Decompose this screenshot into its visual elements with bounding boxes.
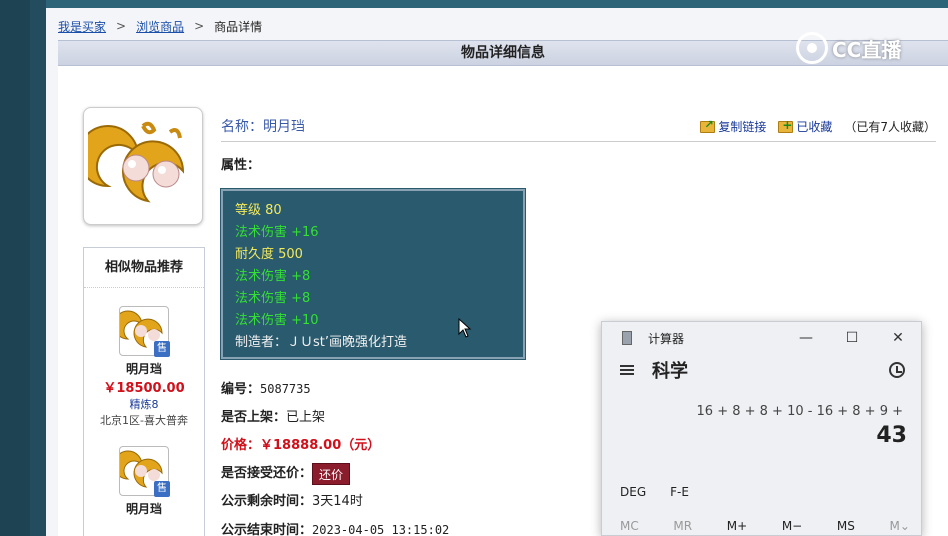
- similar-items-title: 相似物品推荐: [84, 248, 204, 288]
- breadcrumb-separator: >: [116, 19, 127, 33]
- close-icon[interactable]: ✕: [875, 322, 921, 354]
- attributes-label: 属性：: [221, 158, 261, 173]
- earring-image: [88, 121, 185, 203]
- copy-link-icon: [700, 118, 716, 133]
- item-info: 编号：5087735 是否上架：已上架 价格：￥18888.00（元） 是否接受…: [221, 375, 449, 536]
- info-bargain-row: 是否接受还价： 还价: [221, 460, 449, 488]
- fe-button[interactable]: F-E: [670, 485, 689, 499]
- favorite-icon: [778, 118, 794, 133]
- similar-item-tag: 精炼8: [129, 398, 159, 411]
- similar-item-price: ￥18500.00: [103, 381, 185, 396]
- left-edge-strip: [0, 0, 46, 536]
- favorite-button[interactable]: 已收藏: [778, 118, 832, 135]
- cc-live-watermark: CC直播: [796, 32, 901, 64]
- attributes-box: 等级 80 法术伤害 +16 耐久度 500 法术伤害 +8 法术伤害 +8 法…: [220, 188, 526, 360]
- memory-buttons: MC MR M+ M− MS M⌄: [620, 519, 910, 533]
- calculator-app-icon: [622, 331, 632, 345]
- listed-label: 是否上架：: [221, 410, 287, 425]
- attribute-line: 耐久度 500: [235, 247, 303, 262]
- item-name-row: 名称：明月珰 复制链接 已收藏 （已有7人收藏）: [221, 112, 936, 142]
- remaining-value: 3天14时: [312, 494, 363, 509]
- item-actions: 复制链接 已收藏 （已有7人收藏）: [700, 118, 936, 135]
- minimize-icon[interactable]: —: [783, 322, 829, 354]
- bargain-button[interactable]: 还价: [312, 462, 351, 485]
- calculator-window[interactable]: 计算器 — ☐ ✕ 科学 16 + 8 + 8 + 10 - 16 + 8 + …: [601, 321, 922, 536]
- end-value: 2023-04-05 13:15:02: [312, 523, 450, 536]
- breadcrumb-current: 商品详情: [214, 19, 263, 34]
- id-value: 5087735: [260, 382, 311, 396]
- similar-item[interactable]: 售 明月珰: [84, 446, 204, 517]
- top-bar: [0, 0, 948, 8]
- calculator-titlebar[interactable]: 计算器 — ☐ ✕: [602, 322, 921, 354]
- id-label: 编号：: [221, 382, 261, 397]
- favorite-label: 已收藏: [796, 120, 833, 134]
- price-label: 价格：: [221, 438, 261, 453]
- mr-button[interactable]: MR: [673, 519, 692, 533]
- similar-item-name[interactable]: 明月珰: [84, 500, 204, 517]
- ms-button[interactable]: MS: [837, 519, 855, 533]
- history-icon[interactable]: [889, 362, 905, 378]
- info-end-row: 公示结束时间：2023-04-05 13:15:02: [221, 516, 449, 536]
- info-id-row: 编号：5087735: [221, 375, 449, 404]
- deg-button[interactable]: DEG: [620, 485, 646, 499]
- info-remaining-row: 公示剩余时间：3天14时: [221, 488, 449, 516]
- breadcrumb-link-buyer[interactable]: 我是买家: [58, 18, 106, 35]
- calculator-title: 计算器: [648, 331, 685, 346]
- item-name-value: 明月珰: [263, 119, 305, 135]
- bargain-label: 是否接受还价：: [221, 466, 313, 481]
- copy-link-button[interactable]: 复制链接: [700, 118, 766, 135]
- calculator-expression: 16 + 8 + 8 + 10 - 16 + 8 + 9 +: [696, 404, 903, 419]
- calculator-mode: 科学: [652, 361, 688, 382]
- breadcrumb: 我是买家 > 浏览商品 > 商品详情: [58, 18, 262, 34]
- attribute-line: 法术伤害 +8: [235, 269, 311, 284]
- window-controls: — ☐ ✕: [783, 322, 921, 354]
- menu-icon[interactable]: [620, 365, 634, 375]
- similar-item-thumbnail[interactable]: 售: [113, 446, 170, 497]
- m-plus-button[interactable]: M+: [727, 519, 747, 533]
- item-name-label: 名称：: [221, 119, 263, 135]
- cc-logo-icon: [796, 32, 828, 64]
- attribute-line: 等级 80: [235, 203, 282, 218]
- similar-item-thumbnail[interactable]: 售: [113, 306, 170, 357]
- similar-item[interactable]: 售 明月珰 ￥18500.00 精炼8 北京1区-喜大普奔: [84, 306, 204, 428]
- maximize-icon[interactable]: ☐: [829, 322, 875, 354]
- end-label: 公示结束时间：: [221, 523, 313, 536]
- price-value: ￥18888.00（元）: [260, 438, 381, 453]
- calculator-modebar: 科学: [602, 354, 921, 386]
- similar-item-server: 北京1区-喜大普奔: [100, 414, 188, 427]
- watermark-text: CC直播: [832, 37, 902, 62]
- listed-value: 已上架: [286, 410, 326, 425]
- attribute-line: 法术伤害 +16: [235, 225, 319, 240]
- m-minus-button[interactable]: M−: [782, 519, 802, 533]
- copy-link-label: 复制链接: [718, 120, 767, 134]
- calculator-result: 43: [876, 423, 907, 448]
- similar-items-panel: 相似物品推荐 售 明月珰 ￥18500.00 精炼8 北京1区-喜大普奔 售 明…: [83, 247, 205, 536]
- remaining-label: 公示剩余时间：: [221, 494, 313, 509]
- item-image: [83, 107, 203, 225]
- mc-button[interactable]: MC: [620, 519, 639, 533]
- attribute-line: 法术伤害 +8: [235, 291, 311, 306]
- memory-list-button[interactable]: M⌄: [890, 519, 910, 533]
- info-price-row: 价格：￥18888.00（元）: [221, 432, 449, 460]
- item-name: 名称：明月珰: [221, 116, 305, 136]
- similar-item-name[interactable]: 明月珰: [84, 360, 204, 377]
- info-listed-row: 是否上架：已上架: [221, 404, 449, 432]
- angle-buttons: DEG F-E: [620, 485, 689, 499]
- breadcrumb-link-browse[interactable]: 浏览商品: [136, 18, 184, 35]
- breadcrumb-separator: >: [194, 19, 205, 33]
- favorite-count: （已有7人收藏）: [844, 120, 936, 134]
- sale-badge: 售: [154, 341, 170, 357]
- sale-badge: 售: [154, 481, 170, 497]
